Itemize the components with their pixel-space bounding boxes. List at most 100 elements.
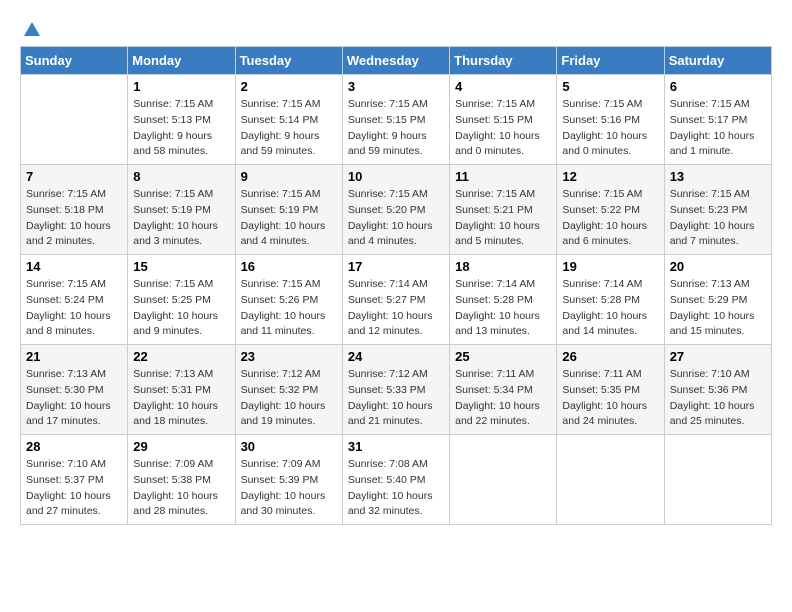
calendar-cell: 6 Sunrise: 7:15 AM Sunset: 5:17 PM Daylig… (664, 75, 771, 165)
day-number: 28 (26, 439, 122, 454)
day-number: 26 (562, 349, 658, 364)
calendar-cell: 13 Sunrise: 7:15 AM Sunset: 5:23 PM Dayli… (664, 165, 771, 255)
day-info: Sunrise: 7:15 AM Sunset: 5:15 PM Dayligh… (348, 97, 444, 160)
day-info: Sunrise: 7:13 AM Sunset: 5:31 PM Dayligh… (133, 367, 229, 430)
day-info: Sunrise: 7:15 AM Sunset: 5:26 PM Dayligh… (241, 277, 337, 340)
day-number: 14 (26, 259, 122, 274)
day-number: 9 (241, 169, 337, 184)
day-number: 3 (348, 79, 444, 94)
calendar-cell: 12 Sunrise: 7:15 AM Sunset: 5:22 PM Dayli… (557, 165, 664, 255)
calendar-cell: 17 Sunrise: 7:14 AM Sunset: 5:27 PM Dayli… (342, 255, 449, 345)
day-number: 4 (455, 79, 551, 94)
day-number: 24 (348, 349, 444, 364)
day-number: 2 (241, 79, 337, 94)
day-info: Sunrise: 7:14 AM Sunset: 5:27 PM Dayligh… (348, 277, 444, 340)
calendar-cell: 26 Sunrise: 7:11 AM Sunset: 5:35 PM Dayli… (557, 345, 664, 435)
column-header-monday: Monday (128, 47, 235, 75)
day-number: 21 (26, 349, 122, 364)
calendar-week-row: 28 Sunrise: 7:10 AM Sunset: 5:37 PM Dayli… (21, 435, 772, 525)
calendar-cell: 23Sunrise: 7:12 AM Sunset: 5:32 PM Dayli… (235, 345, 342, 435)
calendar-week-row: 1 Sunrise: 7:15 AM Sunset: 5:13 PM Daylig… (21, 75, 772, 165)
calendar-cell (557, 435, 664, 525)
day-info: Sunrise: 7:15 AM Sunset: 5:23 PM Dayligh… (670, 187, 766, 250)
calendar-cell: 1 Sunrise: 7:15 AM Sunset: 5:13 PM Daylig… (128, 75, 235, 165)
calendar-cell: 2 Sunrise: 7:15 AM Sunset: 5:14 PM Daylig… (235, 75, 342, 165)
logo-icon (22, 20, 42, 40)
day-number: 8 (133, 169, 229, 184)
day-info: Sunrise: 7:13 AM Sunset: 5:30 PM Dayligh… (26, 367, 122, 430)
day-number: 15 (133, 259, 229, 274)
day-number: 20 (670, 259, 766, 274)
day-number: 30 (241, 439, 337, 454)
calendar-table: SundayMondayTuesdayWednesdayThursdayFrid… (20, 46, 772, 525)
column-header-saturday: Saturday (664, 47, 771, 75)
calendar-cell: 15 Sunrise: 7:15 AM Sunset: 5:25 PM Dayli… (128, 255, 235, 345)
column-header-tuesday: Tuesday (235, 47, 342, 75)
calendar-cell: 24 Sunrise: 7:12 AM Sunset: 5:33 PM Dayli… (342, 345, 449, 435)
calendar-cell (664, 435, 771, 525)
day-number: 7 (26, 169, 122, 184)
day-number: 10 (348, 169, 444, 184)
day-info: Sunrise: 7:15 AM Sunset: 5:21 PM Dayligh… (455, 187, 551, 250)
calendar-cell: 16 Sunrise: 7:15 AM Sunset: 5:26 PM Dayli… (235, 255, 342, 345)
day-info: Sunrise: 7:15 AM Sunset: 5:18 PM Dayligh… (26, 187, 122, 250)
day-info: Sunrise: 7:10 AM Sunset: 5:36 PM Dayligh… (670, 367, 766, 430)
calendar-cell: 19 Sunrise: 7:14 AM Sunset: 5:28 PM Dayli… (557, 255, 664, 345)
calendar-week-row: 7 Sunrise: 7:15 AM Sunset: 5:18 PM Daylig… (21, 165, 772, 255)
day-info: Sunrise: 7:15 AM Sunset: 5:25 PM Dayligh… (133, 277, 229, 340)
day-info: Sunrise: 7:15 AM Sunset: 5:13 PM Dayligh… (133, 97, 229, 160)
day-info: Sunrise: 7:15 AM Sunset: 5:22 PM Dayligh… (562, 187, 658, 250)
day-info: Sunrise: 7:11 AM Sunset: 5:34 PM Dayligh… (455, 367, 551, 430)
column-header-friday: Friday (557, 47, 664, 75)
day-info: Sunrise: 7:10 AM Sunset: 5:37 PM Dayligh… (26, 457, 122, 520)
day-info: Sunrise: 7:13 AM Sunset: 5:29 PM Dayligh… (670, 277, 766, 340)
day-number: 25 (455, 349, 551, 364)
day-info: Sunrise: 7:15 AM Sunset: 5:19 PM Dayligh… (241, 187, 337, 250)
day-number: 19 (562, 259, 658, 274)
calendar-cell: 31Sunrise: 7:08 AM Sunset: 5:40 PM Dayli… (342, 435, 449, 525)
day-info: Sunrise: 7:14 AM Sunset: 5:28 PM Dayligh… (562, 277, 658, 340)
day-info: Sunrise: 7:12 AM Sunset: 5:32 PM Dayligh… (241, 367, 337, 430)
calendar-cell: 4Sunrise: 7:15 AM Sunset: 5:15 PM Daylig… (450, 75, 557, 165)
day-info: Sunrise: 7:15 AM Sunset: 5:17 PM Dayligh… (670, 97, 766, 160)
day-number: 1 (133, 79, 229, 94)
column-header-sunday: Sunday (21, 47, 128, 75)
calendar-cell: 29 Sunrise: 7:09 AM Sunset: 5:38 PM Dayli… (128, 435, 235, 525)
calendar-cell: 11 Sunrise: 7:15 AM Sunset: 5:21 PM Dayli… (450, 165, 557, 255)
day-info: Sunrise: 7:15 AM Sunset: 5:16 PM Dayligh… (562, 97, 658, 160)
day-number: 5 (562, 79, 658, 94)
day-info: Sunrise: 7:15 AM Sunset: 5:14 PM Dayligh… (241, 97, 337, 160)
day-number: 29 (133, 439, 229, 454)
day-number: 16 (241, 259, 337, 274)
day-number: 12 (562, 169, 658, 184)
day-info: Sunrise: 7:15 AM Sunset: 5:24 PM Dayligh… (26, 277, 122, 340)
day-info: Sunrise: 7:11 AM Sunset: 5:35 PM Dayligh… (562, 367, 658, 430)
calendar-cell: 8 Sunrise: 7:15 AM Sunset: 5:19 PM Daylig… (128, 165, 235, 255)
day-info: Sunrise: 7:15 AM Sunset: 5:19 PM Dayligh… (133, 187, 229, 250)
day-number: 17 (348, 259, 444, 274)
day-info: Sunrise: 7:08 AM Sunset: 5:40 PM Dayligh… (348, 457, 444, 520)
day-number: 27 (670, 349, 766, 364)
day-info: Sunrise: 7:14 AM Sunset: 5:28 PM Dayligh… (455, 277, 551, 340)
calendar-cell: 28 Sunrise: 7:10 AM Sunset: 5:37 PM Dayli… (21, 435, 128, 525)
day-number: 18 (455, 259, 551, 274)
calendar-cell: 10 Sunrise: 7:15 AM Sunset: 5:20 PM Dayli… (342, 165, 449, 255)
calendar-cell: 3 Sunrise: 7:15 AM Sunset: 5:15 PM Daylig… (342, 75, 449, 165)
calendar-cell: 5 Sunrise: 7:15 AM Sunset: 5:16 PM Daylig… (557, 75, 664, 165)
header (20, 20, 772, 36)
column-header-thursday: Thursday (450, 47, 557, 75)
day-info: Sunrise: 7:15 AM Sunset: 5:20 PM Dayligh… (348, 187, 444, 250)
day-info: Sunrise: 7:09 AM Sunset: 5:39 PM Dayligh… (241, 457, 337, 520)
logo (20, 20, 42, 36)
column-header-wednesday: Wednesday (342, 47, 449, 75)
day-number: 13 (670, 169, 766, 184)
calendar-cell: 9 Sunrise: 7:15 AM Sunset: 5:19 PM Daylig… (235, 165, 342, 255)
calendar-cell: 7 Sunrise: 7:15 AM Sunset: 5:18 PM Daylig… (21, 165, 128, 255)
calendar-cell (21, 75, 128, 165)
day-number: 11 (455, 169, 551, 184)
calendar-header-row: SundayMondayTuesdayWednesdayThursdayFrid… (21, 47, 772, 75)
day-info: Sunrise: 7:12 AM Sunset: 5:33 PM Dayligh… (348, 367, 444, 430)
day-info: Sunrise: 7:09 AM Sunset: 5:38 PM Dayligh… (133, 457, 229, 520)
day-number: 6 (670, 79, 766, 94)
calendar-cell: 18 Sunrise: 7:14 AM Sunset: 5:28 PM Dayli… (450, 255, 557, 345)
